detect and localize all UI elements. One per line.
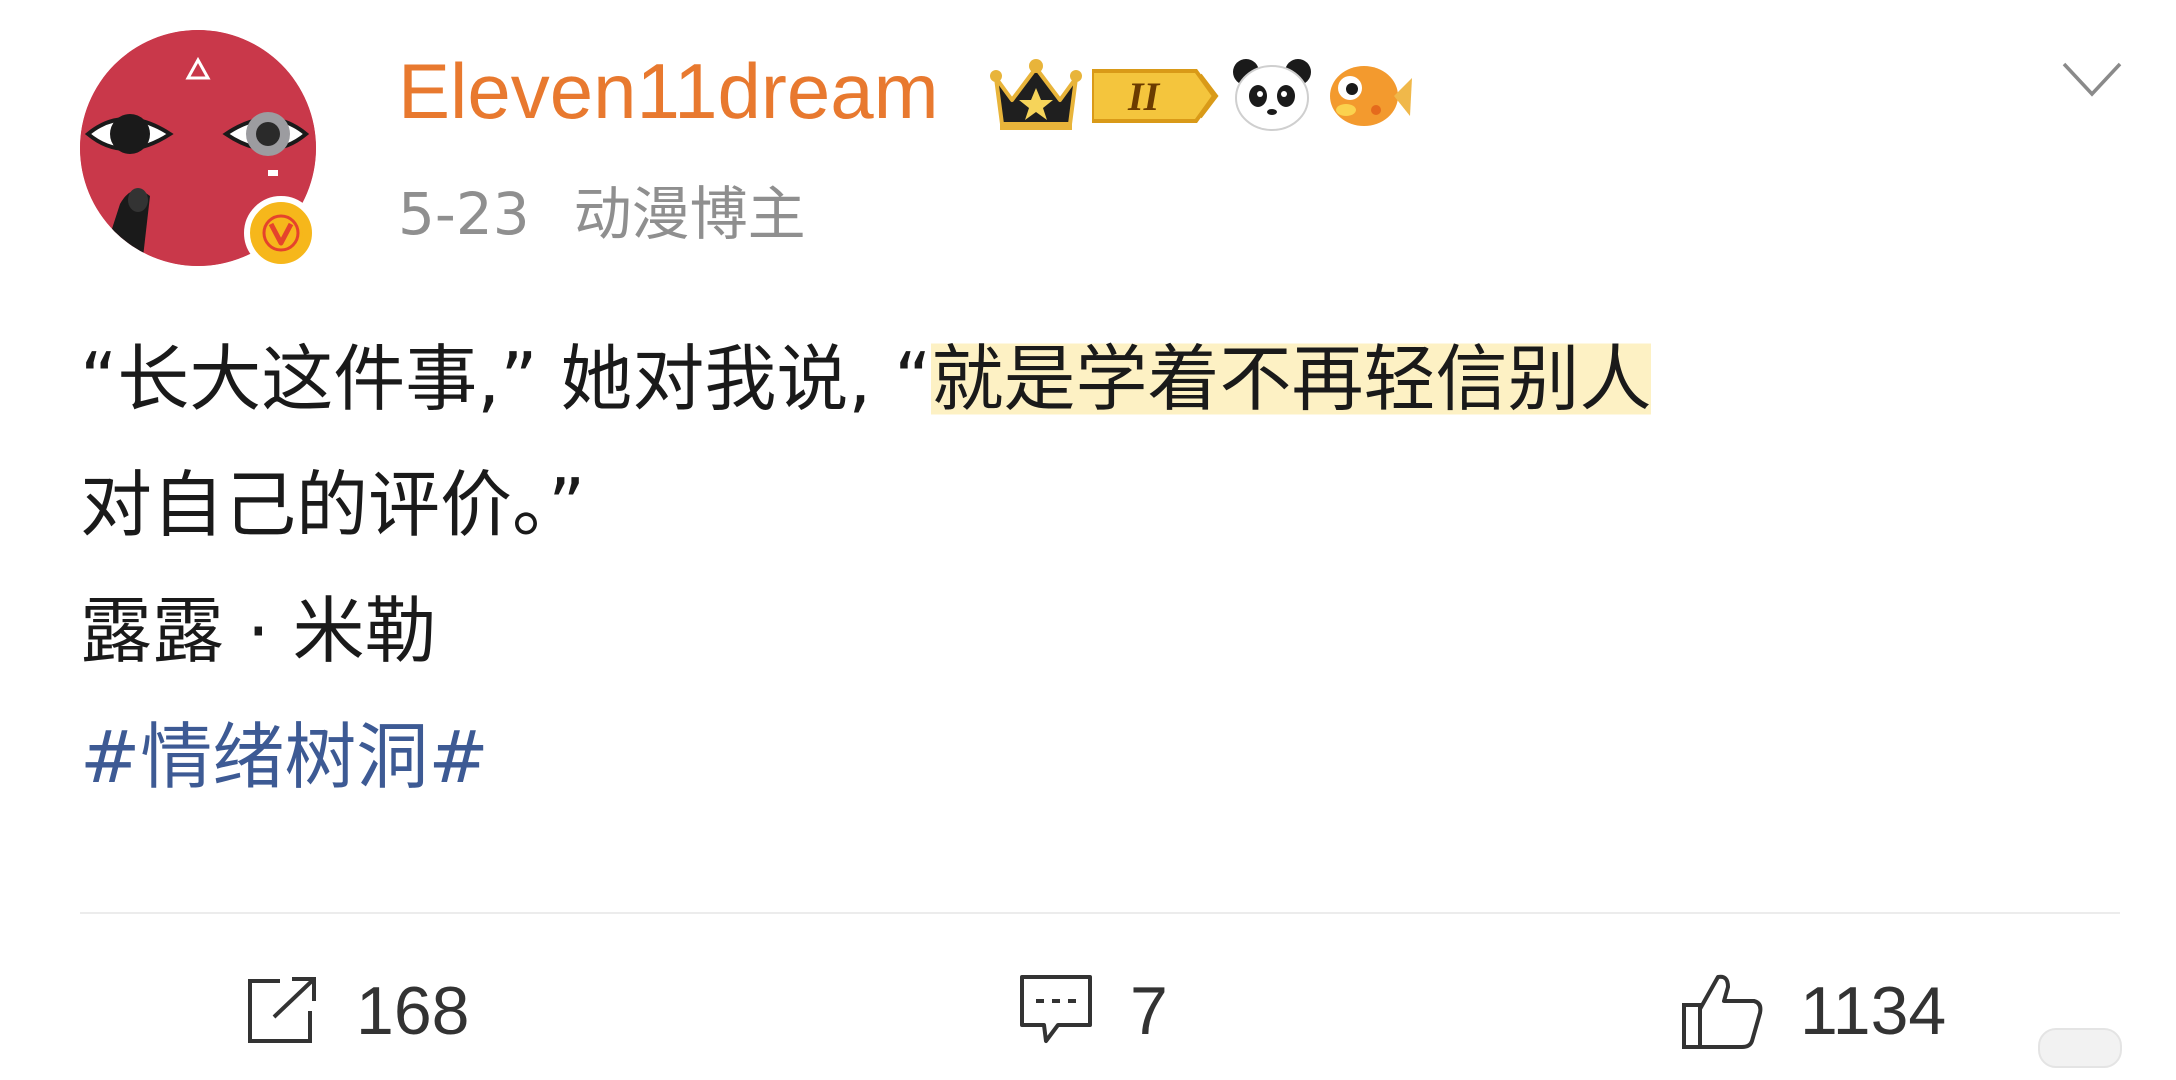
author-badges: II <box>990 56 1414 136</box>
crown-icon[interactable] <box>990 54 1082 138</box>
share-icon <box>244 975 320 1047</box>
comment-button[interactable]: 7 <box>1018 968 1168 1054</box>
post-date: 5-23 <box>398 180 530 248</box>
author-username[interactable]: Eleven11dream <box>398 52 939 130</box>
weibo-post-card: Eleven11dream II 5-23 动漫博主 “长大这件事,” 她对我说… <box>0 0 2176 1080</box>
watermark-logo-icon <box>2038 1028 2122 1068</box>
post-content: “长大这件事,” 她对我说, “就是学着不再轻信别人 对自己的评价。” 露露 ·… <box>80 316 2140 820</box>
content-line-1: “长大这件事,” 她对我说, “就是学着不再轻信别人 <box>80 316 2140 442</box>
content-attribution: 露露 · 米勒 <box>80 589 437 673</box>
highlighted-text: 就是学着不再轻信别人 <box>931 337 1652 421</box>
content-line-2: 对自己的评价。” <box>80 463 586 547</box>
chevron-down-icon[interactable] <box>2060 58 2124 102</box>
verified-badge-icon <box>244 196 318 270</box>
post-meta: 5-23 动漫博主 <box>398 185 806 243</box>
author-identity: 动漫博主 <box>573 180 806 248</box>
content-quote-lead: “长大这件事,” 她对我说, “ <box>80 337 932 421</box>
thumbs-up-icon <box>1680 971 1764 1051</box>
panda-emoji-icon[interactable] <box>1230 54 1314 138</box>
share-count: 168 <box>356 973 470 1049</box>
level-badge-label: II <box>1128 74 1160 119</box>
share-button[interactable]: 168 <box>244 968 469 1054</box>
fish-emoji-icon[interactable] <box>1324 54 1414 138</box>
like-count: 1134 <box>1800 973 1947 1049</box>
hashtag-link[interactable]: #情绪树洞# <box>80 694 2140 820</box>
level-badge-icon[interactable]: II <box>1092 61 1220 131</box>
like-button[interactable]: 1134 <box>1680 968 1946 1054</box>
comment-count: 7 <box>1130 973 1168 1049</box>
divider <box>80 912 2120 914</box>
comment-icon <box>1018 973 1094 1049</box>
